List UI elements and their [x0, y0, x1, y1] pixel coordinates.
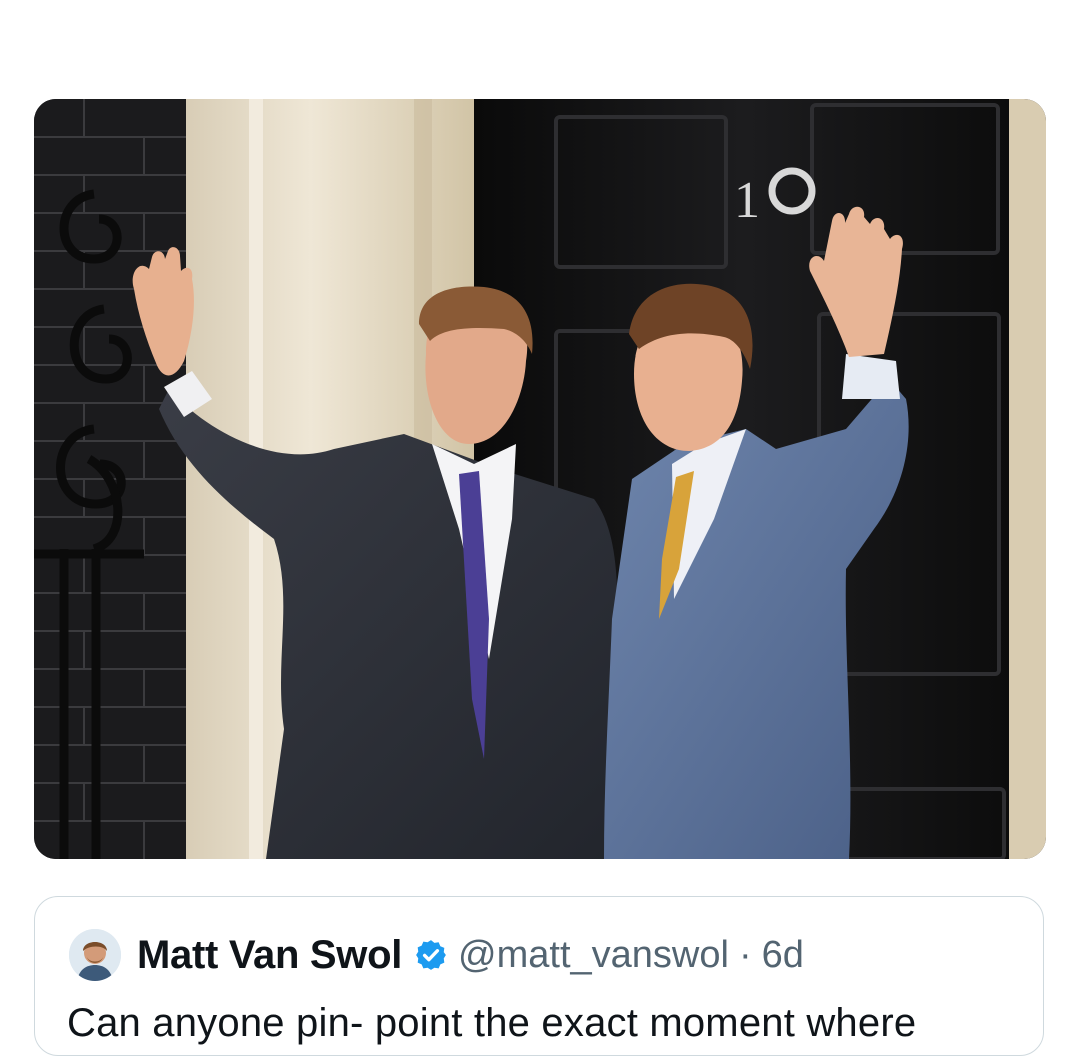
author-line: Matt Van Swol @matt_vanswol · 6d: [137, 933, 804, 977]
photo-two-men-waving: 1: [34, 99, 1046, 859]
avatar-image: [69, 929, 121, 981]
profile-avatar[interactable]: [69, 929, 121, 981]
separator-dot: ·: [738, 933, 752, 976]
door-number-one: 1: [734, 172, 760, 229]
post-age[interactable]: 6d: [762, 934, 804, 977]
quoted-post-card[interactable]: Matt Van Swol @matt_vanswol · 6d Can any…: [34, 896, 1044, 1056]
author-handle[interactable]: @matt_vanswol: [458, 934, 729, 977]
author-name[interactable]: Matt Van Swol: [137, 933, 402, 978]
verified-badge-icon: [416, 940, 446, 970]
post-media-image[interactable]: 1: [34, 99, 1046, 859]
